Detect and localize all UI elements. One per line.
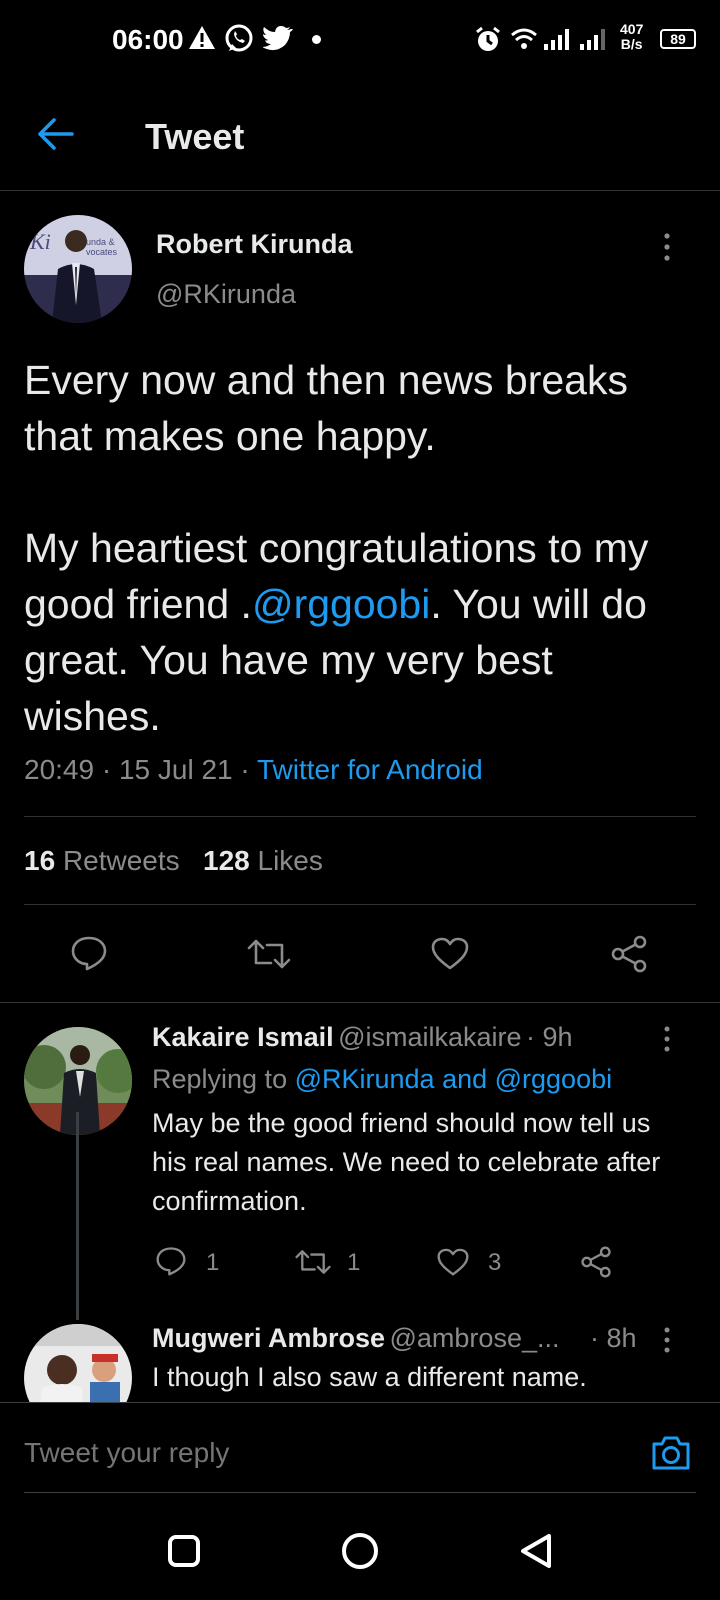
reply-age: · 9h <box>525 1022 573 1052</box>
reply-2-author-name[interactable]: Mugweri Ambrose <box>152 1323 385 1353</box>
reply-2-author-handle[interactable]: @ambrose_... <box>390 1323 560 1353</box>
reply-header: Kakaire Ismail @ismailkakaire · 9h <box>152 1022 573 1053</box>
reply-input-underline <box>24 1492 696 1493</box>
battery-indicator: 89 <box>660 29 696 49</box>
square-icon <box>168 1535 200 1567</box>
network-speed: 407 B/s <box>620 22 643 52</box>
heart-icon <box>431 937 469 970</box>
reply-icon <box>156 1247 186 1276</box>
reply-2-age: · 8h <box>590 1323 637 1353</box>
tweet-text-paragraph-2: My heartiest congratulations to my good … <box>24 520 694 744</box>
tweet-date: 15 Jul 21 <box>118 754 233 785</box>
reply-2-more-options-icon[interactable] <box>662 1326 672 1354</box>
retweet-icon <box>247 939 291 969</box>
replying-to-prefix: Replying to <box>152 1064 295 1094</box>
circle-icon <box>342 1533 378 1569</box>
replying-to-mentions[interactable]: @RKirunda and @rggoobi <box>295 1064 613 1094</box>
tweet-text-paragraph-1: Every now and then news breaks that make… <box>24 357 628 459</box>
reply-author-handle[interactable]: @ismailkakaire <box>338 1022 521 1052</box>
retweets-stat[interactable]: 16 Retweets <box>24 845 180 876</box>
retweet-button[interactable] <box>247 937 291 971</box>
notification-dot-icon <box>312 35 321 44</box>
reply-share-button[interactable] <box>580 1246 612 1278</box>
signal-strength-icon <box>544 28 574 50</box>
reply-retweet-button[interactable] <box>294 1248 332 1276</box>
status-bar: 06:00 407 B/s 89 <box>0 0 720 80</box>
tweet-time: 20:49 <box>24 754 95 785</box>
recent-apps-button[interactable] <box>167 1534 201 1568</box>
reply-2-header: Mugweri Ambrose @ambrose_... <box>152 1323 559 1354</box>
svg-text:Ki: Ki <box>29 229 51 254</box>
likes-stat[interactable]: 128 Likes <box>203 845 323 876</box>
reply-2-text: I though I also saw a different name. <box>152 1362 587 1392</box>
reply-more-options-icon[interactable] <box>662 1025 672 1053</box>
mention-link[interactable]: @rggoobi <box>252 581 430 627</box>
tweet-source-link[interactable]: Twitter for Android <box>257 754 483 785</box>
reply-bar-top-divider <box>0 1402 720 1403</box>
twitter-bird-icon <box>263 24 293 52</box>
share-button[interactable] <box>610 935 648 973</box>
thread-connector-line <box>76 1112 79 1320</box>
back-nav-button[interactable] <box>518 1532 554 1570</box>
reply-icon <box>71 936 107 971</box>
reply-reply-button[interactable] <box>155 1246 187 1276</box>
camera-button[interactable] <box>650 1434 692 1472</box>
tweet-stats: 16 Retweets 128 Likes <box>24 845 323 877</box>
share-icon <box>611 935 647 973</box>
meta-divider <box>24 816 696 817</box>
svg-text:vocates: vocates <box>86 247 118 257</box>
likes-label: Likes <box>257 845 323 876</box>
reply-retweet-count: 1 <box>347 1249 361 1276</box>
heart-icon <box>437 1248 469 1276</box>
alarm-icon <box>474 26 502 54</box>
share-icon <box>581 1246 611 1278</box>
replying-to-line: Replying to @RKirunda and @rggoobi <box>152 1064 612 1095</box>
warning-icon <box>188 24 216 52</box>
whatsapp-icon <box>224 24 254 54</box>
arrow-left-icon <box>38 118 74 150</box>
reply-author-name[interactable]: Kakaire Ismail <box>152 1022 334 1052</box>
likes-count: 128 <box>203 845 250 876</box>
tweet-reply-input[interactable] <box>24 1437 604 1469</box>
reply-2-container: Mugweri Ambrose @ambrose_... · 8h I thou… <box>0 1320 720 1402</box>
reply-text: May be the good friend should now tell u… <box>152 1108 661 1216</box>
page-title: Tweet <box>145 116 245 157</box>
home-button[interactable] <box>341 1532 379 1570</box>
actions-divider <box>0 1002 720 1003</box>
retweet-icon <box>295 1250 331 1274</box>
network-speed-unit: B/s <box>620 36 643 52</box>
header-divider <box>0 190 720 191</box>
author-handle[interactable]: @RKirunda <box>156 279 296 310</box>
author-name[interactable]: Robert Kirunda <box>156 229 353 260</box>
reply-button[interactable] <box>70 935 108 971</box>
system-nav-bar <box>0 1498 720 1600</box>
reply-reply-count: 1 <box>206 1249 220 1276</box>
more-options-icon[interactable] <box>662 232 672 262</box>
status-time: 06:00 <box>112 24 184 55</box>
network-speed-value: 407 <box>620 21 644 37</box>
signal-strength-2-icon <box>580 28 610 50</box>
reply-2-avatar[interactable] <box>24 1324 132 1402</box>
reply-like-count: 3 <box>488 1249 502 1276</box>
back-button[interactable] <box>36 117 74 151</box>
retweets-label: Retweets <box>62 845 180 876</box>
author-avatar[interactable]: Ki unda & vocates <box>24 215 132 323</box>
stats-divider <box>24 904 696 905</box>
retweets-count: 16 <box>24 845 56 876</box>
wifi-icon <box>510 26 538 52</box>
triangle-back-icon <box>521 1534 551 1568</box>
reply-like-button[interactable] <box>437 1248 469 1277</box>
like-button[interactable] <box>431 937 469 971</box>
svg-text:unda &: unda & <box>86 237 115 247</box>
camera-icon <box>652 1436 690 1470</box>
tweet-body: Every now and then news breaks that make… <box>24 352 694 744</box>
tweet-meta: 20:49 · 15 Jul 21 · Twitter for Android <box>24 754 483 785</box>
